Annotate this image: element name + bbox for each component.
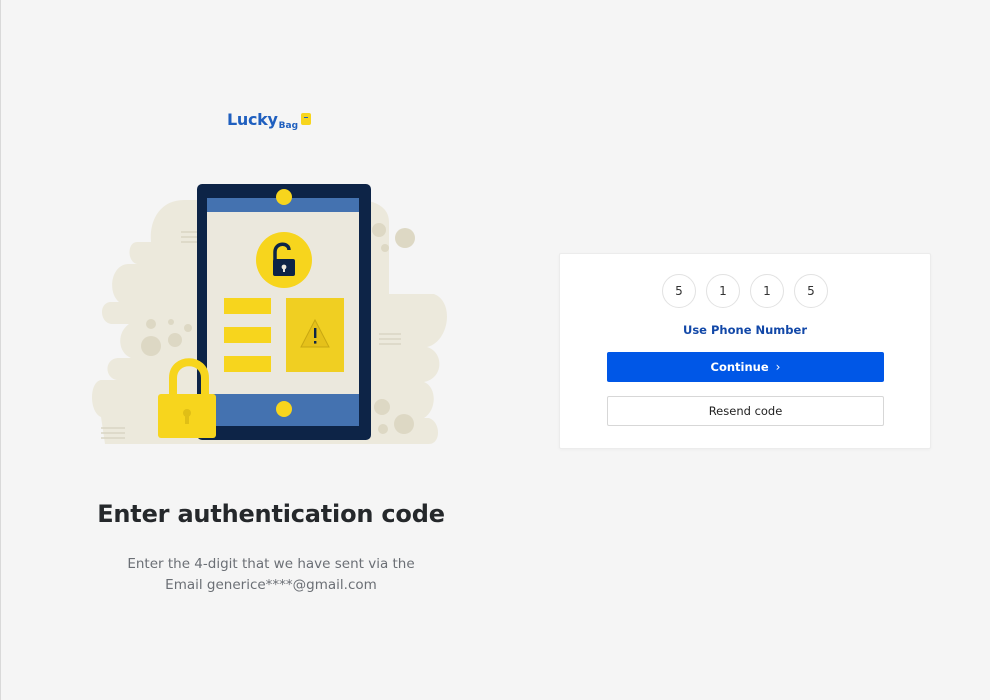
shopping-bag-icon [301, 113, 312, 125]
resend-code-button[interactable]: Resend code [607, 396, 884, 426]
code-digit-1[interactable]: 5 [662, 274, 696, 308]
content-bars [224, 298, 271, 372]
instructions: Enter the 4-digit that we have sent via … [71, 554, 471, 596]
instructions-line-2: Email generice****@gmail.com [165, 577, 377, 593]
code-digit-2[interactable]: 1 [706, 274, 740, 308]
auth-page: Lucky Bag Enter authentication code Ente… [0, 0, 990, 700]
lock-icon [256, 232, 312, 288]
continue-button[interactable]: Continue › [607, 352, 884, 382]
resend-label: Resend code [708, 404, 783, 418]
brand-name: Lucky [227, 110, 278, 129]
verification-card: 5 1 1 5 Use Phone Number Continue › Rese… [559, 253, 931, 449]
warning-icon [286, 298, 344, 372]
phone-camera [276, 189, 292, 205]
use-phone-number-link[interactable]: Use Phone Number [560, 323, 930, 337]
instructions-line-1: Enter the 4-digit that we have sent via … [127, 556, 415, 572]
page-title: Enter authentication code [97, 500, 445, 528]
brand-sub: Bag [278, 121, 299, 131]
phone-home-button [276, 401, 292, 417]
code-digit-3[interactable]: 1 [750, 274, 784, 308]
brand-logo: Lucky Bag [227, 110, 312, 131]
code-input-group: 5 1 1 5 [560, 274, 930, 308]
chevron-right-icon: › [775, 360, 781, 374]
phone-security-illustration [92, 184, 447, 444]
continue-label: Continue [710, 360, 769, 374]
code-digit-4[interactable]: 5 [794, 274, 828, 308]
